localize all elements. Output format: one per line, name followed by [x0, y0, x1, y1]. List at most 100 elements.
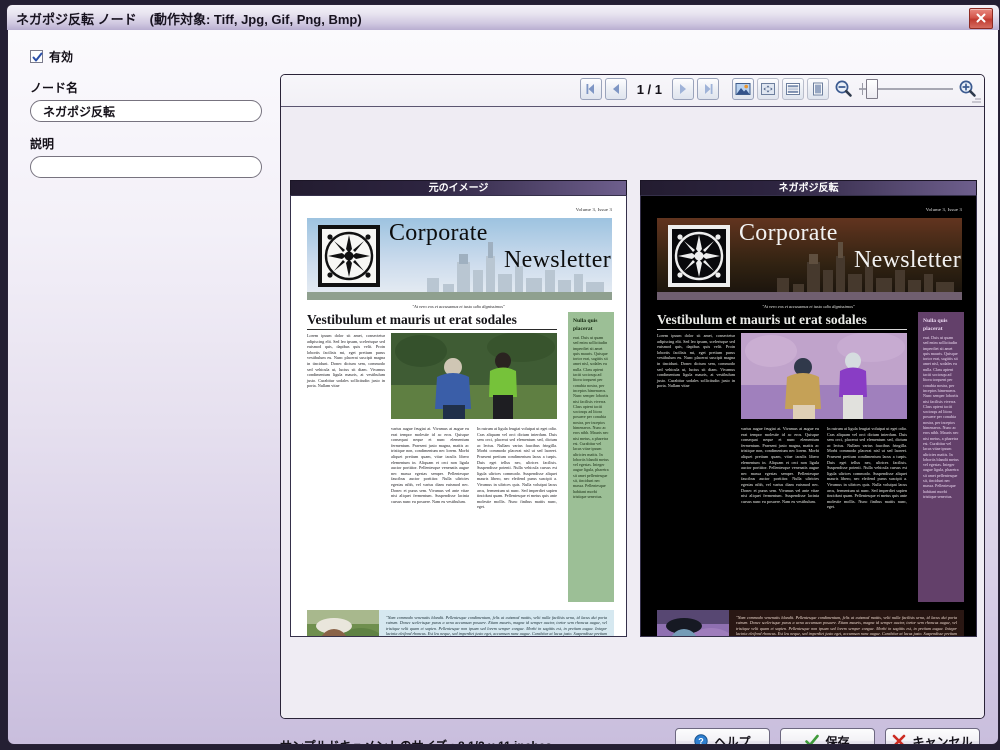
doc-logo-inv — [668, 225, 730, 287]
enabled-checkbox[interactable] — [30, 50, 43, 63]
dialog-window: ネガポジ反転 ノード (動作対象: Tiff, Jpg, Gif, Png, B… — [0, 0, 1000, 750]
doc-quote-text-inverted: "Nam commodo venenatis blandit. Pellente… — [736, 615, 957, 637]
ornament-icon-inverted — [672, 229, 726, 283]
doc-quote-text: "Nam commodo venenatis blandit. Pellente… — [386, 615, 607, 637]
doc-quote-box: "Nam commodo venenatis blandit. Pellente… — [307, 610, 614, 637]
pane-inverted-body[interactable]: Volume 3, Issue 3 Corporate Newsletter "… — [640, 195, 977, 637]
next-page-icon — [680, 84, 686, 94]
resize-grip-icon[interactable] — [972, 94, 981, 103]
doc-column-1-inverted: Lorem ipsum dolor sit amet, consectetur … — [657, 333, 735, 389]
last-page-button[interactable] — [697, 78, 719, 100]
show-image-button[interactable] — [732, 78, 754, 100]
doc-masthead-text-inv: Corporate Newsletter — [739, 220, 961, 274]
masthead-line-1: Corporate — [389, 220, 488, 246]
pane-inverted-title: ネガポジ反転 — [640, 180, 977, 195]
zoom-out-button[interactable] — [832, 77, 856, 101]
photo-walkers-image-inverted — [741, 333, 907, 419]
doc-sidebar-body-inverted: erat. Duis ut quam sed enim sollicitudin… — [923, 335, 959, 499]
cancel-button[interactable]: キャンセル — [885, 728, 980, 745]
save-button[interactable]: 保存 — [780, 728, 875, 745]
fit-window-icon — [761, 83, 775, 95]
document-size-label: サンプルドキュメントのサイズ : 8 1/2 x 11 inches — [280, 737, 552, 744]
doc-photo-portrait-inverted — [657, 610, 729, 636]
doc-sidebar: Nulla quis placerat erat. Duis ut quam s… — [568, 312, 614, 602]
doc-photo-walkers-inverted — [741, 333, 907, 419]
check-mark-icon — [805, 734, 820, 744]
masthead-line-2: Newsletter — [504, 247, 611, 273]
doc-column-2-inverted: varius augue feugiat at. Vivamus at augu… — [741, 426, 819, 504]
cancel-button-label: キャンセル — [912, 734, 973, 745]
doc-tagline: "At vero eos et accusamus et iusto odio … — [412, 304, 505, 309]
pane-original-title: 元のイメージ — [290, 180, 627, 195]
photo-portrait-image — [307, 610, 379, 636]
close-button[interactable] — [969, 8, 993, 29]
masthead-line-2-inverted: Newsletter — [854, 247, 961, 273]
fit-page-button[interactable] — [807, 78, 829, 100]
save-button-label: 保存 — [825, 734, 850, 745]
photo-portrait-image-inverted — [657, 610, 729, 636]
doc-logo — [318, 225, 380, 287]
node-name-label: ノード名 — [30, 81, 79, 95]
cross-mark-icon — [893, 734, 906, 744]
document-inverted: Volume 3, Issue 3 Corporate Newsletter "… — [641, 196, 976, 636]
doc-quote-box-inverted: "Nam commodo venenatis blandit. Pellente… — [657, 610, 964, 637]
doc-sidebar-body: erat. Duis ut quam sed enim sollicitudin… — [573, 335, 609, 499]
doc-sidebar-title: Nulla quis placerat — [573, 318, 598, 332]
page-indicator: 1 / 1 — [636, 81, 662, 97]
prev-page-button[interactable] — [604, 78, 627, 100]
first-page-icon — [586, 84, 594, 94]
description-input[interactable] — [30, 156, 262, 178]
fit-window-button[interactable] — [757, 78, 779, 100]
document-original: Volume 3, Issue 3 Corporate Newsletter "… — [291, 196, 626, 636]
doc-photo-portrait — [307, 610, 379, 636]
doc-headline: Vestibulum et mauris ut erat sodales — [307, 312, 517, 327]
doc-column-2: varius augue feugiat at. Vivamus at augu… — [391, 426, 469, 504]
enabled-checkbox-row[interactable]: 有効 — [30, 48, 275, 65]
first-page-button[interactable] — [579, 78, 602, 100]
doc-volume: Volume 3, Issue 3 — [575, 207, 612, 212]
close-icon — [976, 13, 986, 23]
window-title: ネガポジ反転 ノード (動作対象: Tiff, Jpg, Gif, Png, B… — [16, 12, 362, 27]
doc-headline-inv: Vestibulum et mauris ut erat sodales — [657, 312, 867, 327]
ornament-icon — [322, 229, 376, 283]
doc-column-1: Lorem ipsum dolor sit amet, consectetur … — [307, 333, 385, 389]
prev-page-icon — [612, 84, 619, 94]
dialog-buttons: ? ヘルプ 保存 キャンセル — [675, 728, 980, 745]
help-icon: ? — [694, 734, 709, 745]
dialog-client-area: 有効 ノード名 説明 — [7, 30, 999, 745]
doc-rule-inv — [657, 329, 907, 330]
node-name-input[interactable] — [30, 100, 262, 122]
doc-sidebar-inverted: Nulla quis placerat erat. Duis ut quam s… — [918, 312, 964, 602]
doc-masthead-inv: Corporate Newsletter — [657, 218, 962, 300]
zoom-slider[interactable] — [859, 78, 953, 100]
doc-rule — [307, 329, 557, 330]
masthead-line-1-inverted: Corporate — [739, 220, 838, 246]
image-icon — [735, 83, 751, 95]
title-bar: ネガポジ反転 ノード (動作対象: Tiff, Jpg, Gif, Png, B… — [6, 4, 1000, 30]
doc-column-3-inverted: In rutrum at ligula feugiat volutpat ut … — [827, 426, 907, 510]
fit-width-icon — [786, 83, 800, 95]
doc-tagline-inv: "At vero eos et accusamus et iusto odio … — [762, 304, 855, 309]
enabled-checkbox-label: 有効 — [49, 50, 74, 64]
fit-width-button[interactable] — [782, 78, 804, 100]
description-label: 説明 — [30, 137, 55, 151]
doc-volume-inv: Volume 3, Issue 3 — [925, 207, 962, 212]
zoom-slider-tick — [862, 83, 863, 95]
next-page-button[interactable] — [672, 78, 694, 100]
preview-toolbar: 1 / 1 — [281, 75, 984, 107]
doc-masthead-text: Corporate Newsletter — [389, 220, 611, 274]
pane-inverted: ネガポジ反転 Volume 3, Issue 3 Corporate Newsl… — [640, 180, 977, 637]
help-button-label: ヘルプ — [714, 734, 751, 745]
help-button[interactable]: ? ヘルプ — [675, 728, 770, 745]
svg-text:?: ? — [699, 736, 705, 745]
doc-column-3: In rutrum at ligula feugiat volutpat ut … — [477, 426, 557, 510]
preview-frame: 1 / 1 元のイメージ Volume 3, Issue 3 Corporate… — [280, 74, 985, 719]
doc-masthead: Corporate Newsletter — [307, 218, 612, 300]
settings-panel: 有効 ノード名 説明 — [30, 48, 275, 191]
fit-page-icon — [813, 82, 823, 96]
pane-original-body[interactable]: Volume 3, Issue 3 Corporate Newsletter "… — [290, 195, 627, 637]
doc-photo-walkers — [391, 333, 557, 419]
doc-sidebar-title-inverted: Nulla quis placerat — [923, 318, 948, 332]
photo-walkers-image — [391, 333, 557, 419]
zoom-slider-handle[interactable] — [866, 79, 878, 99]
